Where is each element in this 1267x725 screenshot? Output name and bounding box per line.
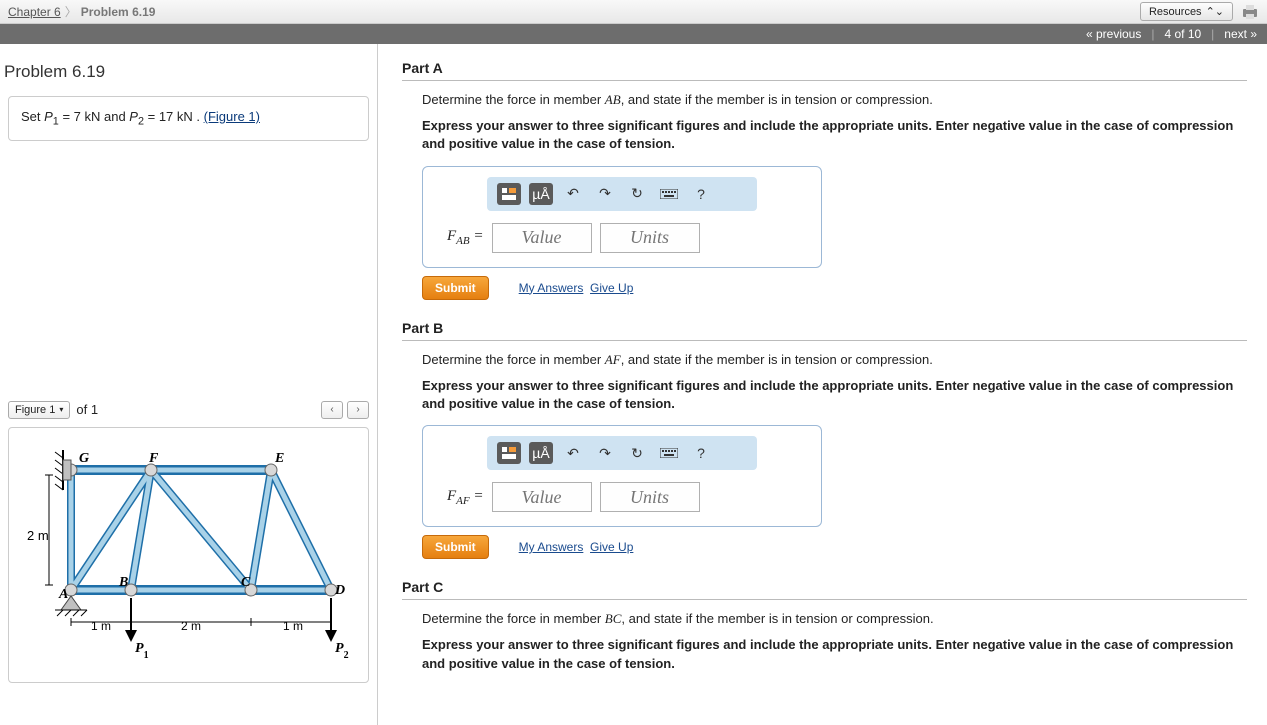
answer-toolbar: µÅ ↶ ↷ ↻ ?	[487, 436, 757, 470]
keyboard-icon[interactable]	[657, 442, 681, 464]
keyboard-icon[interactable]	[657, 183, 681, 205]
my-answers-link[interactable]: My Answers	[519, 540, 584, 554]
svg-text:P1: P1	[135, 641, 149, 661]
part-instructions: Express your answer to three significant…	[422, 636, 1247, 672]
answer-links: My Answers Give Up	[519, 540, 634, 554]
reset-icon[interactable]: ↻	[625, 183, 649, 205]
svg-text:1 m: 1 m	[283, 619, 303, 633]
svg-text:2 m: 2 m	[181, 619, 201, 633]
chevron-right-icon: 〉	[65, 3, 77, 20]
force-symbol: FAB =	[447, 228, 484, 247]
help-icon[interactable]: ?	[689, 442, 713, 464]
fig-prev-button[interactable]: ‹	[321, 401, 343, 419]
redo-icon[interactable]: ↷	[593, 442, 617, 464]
svg-text:1 m: 1 m	[91, 619, 111, 633]
give-up-link[interactable]: Give Up	[590, 540, 633, 554]
part-instructions: Express your answer to three significant…	[422, 117, 1247, 153]
part-prompt: Determine the force in member AB, and st…	[422, 91, 1247, 109]
figure-area: G F E A B C D 2 m 1 m 2 m 1 m	[8, 427, 369, 683]
svg-text:F: F	[148, 451, 159, 466]
svg-text:E: E	[274, 451, 284, 466]
crumb-problem: Problem 6.19	[81, 5, 156, 19]
units-input[interactable]	[600, 223, 700, 253]
top-bar: Chapter 6 〉 Problem 6.19 Resources ⌃⌄	[0, 0, 1267, 24]
reset-icon[interactable]: ↻	[625, 442, 649, 464]
svg-text:D: D	[334, 583, 345, 598]
templates-icon[interactable]	[497, 183, 521, 205]
part-title: Part C	[402, 579, 1247, 600]
resources-button[interactable]: Resources ⌃⌄	[1140, 2, 1233, 21]
redo-icon[interactable]: ↷	[593, 183, 617, 205]
value-input[interactable]	[492, 223, 592, 253]
svg-text:C: C	[241, 575, 251, 590]
part-title: Part A	[402, 60, 1247, 81]
part-prompt: Determine the force in member BC, and st…	[422, 610, 1247, 628]
answer-toolbar: µÅ ↶ ↷ ↻ ?	[487, 177, 757, 211]
fig-next-button[interactable]: ›	[347, 401, 369, 419]
breadcrumb: Chapter 6 〉 Problem 6.19	[8, 3, 155, 20]
nav-position: 4 of 10	[1164, 27, 1201, 41]
problem-title: Problem 6.19	[0, 44, 377, 96]
part-title: Part B	[402, 320, 1247, 341]
resources-label: Resources	[1149, 6, 1202, 18]
figure-link[interactable]: (Figure 1)	[204, 109, 260, 124]
figure-selector[interactable]: Figure 1▾	[8, 401, 70, 419]
param-box: Set P1 = 7 kN and P2 = 17 kN . (Figure 1…	[8, 96, 369, 141]
nav-previous[interactable]: « previous	[1086, 27, 1141, 41]
nav-next[interactable]: next »	[1224, 27, 1257, 41]
crumb-chapter[interactable]: Chapter 6	[8, 5, 61, 19]
my-answers-link[interactable]: My Answers	[519, 281, 584, 295]
svg-text:P2: P2	[335, 641, 349, 661]
templates-icon[interactable]	[497, 442, 521, 464]
units-icon[interactable]: µÅ	[529, 442, 553, 464]
figure-of-label: of 1	[76, 402, 98, 417]
units-input[interactable]	[600, 482, 700, 512]
svg-text:B: B	[118, 575, 128, 590]
print-icon[interactable]	[1241, 4, 1259, 20]
svg-text:A: A	[58, 587, 68, 602]
dropdown-icon: ▾	[59, 405, 63, 414]
give-up-link[interactable]: Give Up	[590, 281, 633, 295]
units-icon[interactable]: µÅ	[529, 183, 553, 205]
value-input[interactable]	[492, 482, 592, 512]
answer-box: µÅ ↶ ↷ ↻ ? FAF =	[422, 425, 822, 527]
undo-icon[interactable]: ↶	[561, 183, 585, 205]
nav-bar: « previous | 4 of 10 | next »	[0, 24, 1267, 44]
help-icon[interactable]: ?	[689, 183, 713, 205]
svg-text:2 m: 2 m	[27, 528, 49, 543]
part-prompt: Determine the force in member AF, and st…	[422, 351, 1247, 369]
answer-links: My Answers Give Up	[519, 281, 634, 295]
svg-text:G: G	[79, 451, 89, 466]
dropdown-icon: ⌃⌄	[1206, 5, 1224, 18]
undo-icon[interactable]: ↶	[561, 442, 585, 464]
submit-button[interactable]: Submit	[422, 276, 489, 300]
part-instructions: Express your answer to three significant…	[422, 377, 1247, 413]
answer-box: µÅ ↶ ↷ ↻ ? FAB =	[422, 166, 822, 268]
force-symbol: FAF =	[447, 488, 484, 507]
submit-button[interactable]: Submit	[422, 535, 489, 559]
